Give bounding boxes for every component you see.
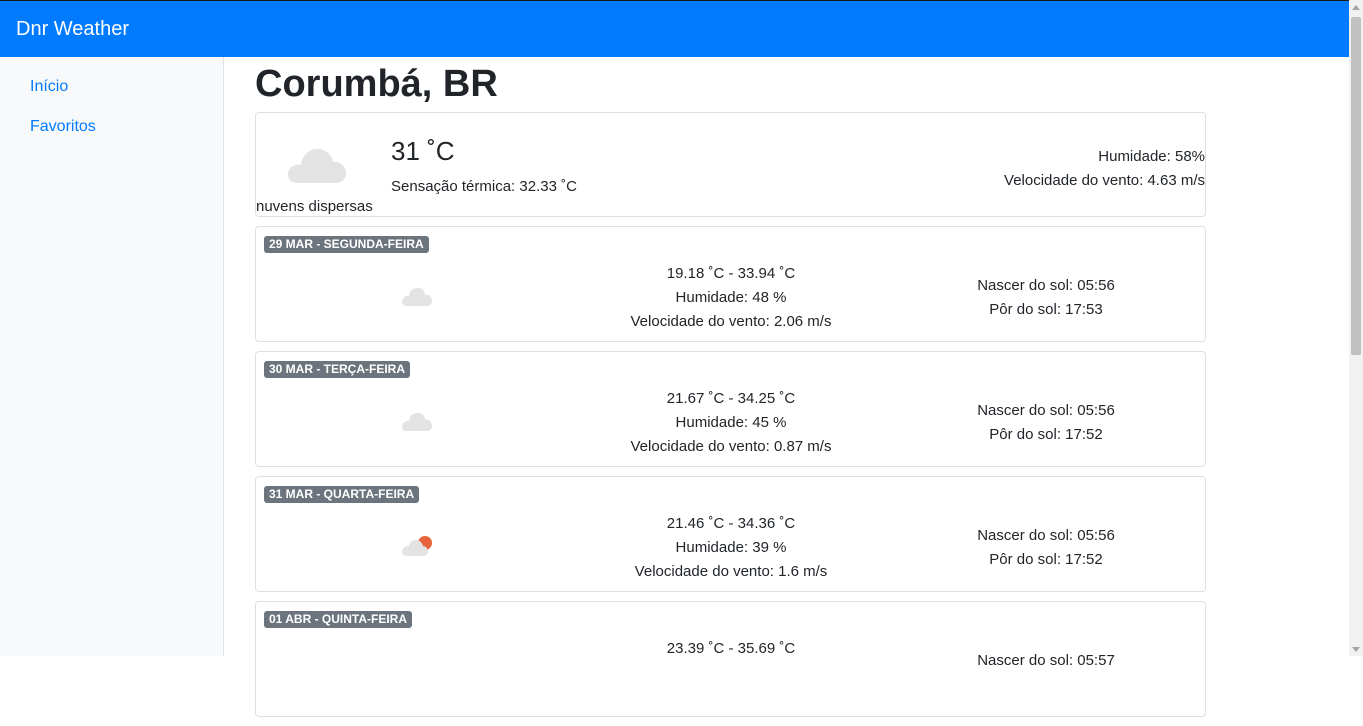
temp-range: 21.46 ˚C - 34.36 ˚C [666,515,796,532]
main-content: Corumbá, BR nuvens dispersas 31 ˚C Sensa… [255,57,1206,726]
current-weather-card: nuvens dispersas 31 ˚C Sensação térmica:… [255,112,1206,217]
forecast-card: 29 MAR - SEGUNDA-FEIRA 19.18 ˚C - 33.94 … [255,226,1206,342]
sunset: Pôr do sol: 17:52 [989,426,1103,443]
date-badge: 01 ABR - QUINTA-FEIRA [264,611,412,628]
forecast-stats: 19.18 ˚C - 33.94 ˚C Humidade: 48 % Veloc… [536,262,926,334]
date-badge: 31 MAR - QUARTA-FEIRA [264,486,420,503]
sunrise: Nascer do sol: 05:56 [977,527,1115,544]
date-badge: 30 MAR - TERÇA-FEIRA [264,361,411,378]
sunrise: Nascer do sol: 05:56 [977,402,1115,419]
wind-speed: Velocidade do vento: 2.06 m/s [630,313,832,330]
sunset: Pôr do sol: 17:53 [989,301,1103,318]
sunrise: Nascer do sol: 05:56 [977,277,1115,294]
forecast-card: 31 MAR - QUARTA-FEIRA 21.46 ˚C - 34.36 ˚… [255,476,1206,592]
date-badge: 29 MAR - SEGUNDA-FEIRA [264,236,429,253]
humidity: Humidade: 39 % [675,539,787,556]
sun-times: Nascer do sol: 05:57 [946,649,1146,673]
forecast-stats: 23.39 ˚C - 35.69 ˚C [536,637,926,661]
weather-description: nuvens dispersas [256,198,373,215]
cloud-icon [287,148,346,183]
scroll-up-arrow-icon[interactable] [1349,0,1363,14]
cloud-icon [402,413,432,431]
brand-logo[interactable]: Dnr Weather [16,18,129,41]
partly-cloudy-icon [402,536,432,556]
sidebar-item-favoritos[interactable]: Favoritos [0,107,223,147]
sunrise: Nascer do sol: 05:57 [977,652,1115,669]
temp-range: 21.67 ˚C - 34.25 ˚C [666,390,796,407]
page-title: Corumbá, BR [255,63,498,105]
scrollbar-thumb[interactable] [1351,17,1361,355]
sun-times: Nascer do sol: 05:56 Pôr do sol: 17:53 [946,274,1146,322]
forecast-card: 30 MAR - TERÇA-FEIRA 21.67 ˚C - 34.25 ˚C… [255,351,1206,467]
forecast-stats: 21.67 ˚C - 34.25 ˚C Humidade: 45 % Veloc… [536,387,926,459]
temp-range: 23.39 ˚C - 35.69 ˚C [666,640,796,657]
top-navbar: Dnr Weather [0,0,1349,57]
sun-times: Nascer do sol: 05:56 Pôr do sol: 17:52 [946,399,1146,447]
forecast-stats: 21.46 ˚C - 34.36 ˚C Humidade: 39 % Veloc… [536,512,926,584]
humidity: Humidade: 45 % [675,414,787,431]
forecast-card: 01 ABR - QUINTA-FEIRA 23.39 ˚C - 35.69 ˚… [255,601,1206,717]
sidebar: Início Favoritos [0,57,224,656]
sidebar-item-inicio[interactable]: Início [0,67,223,107]
cloud-icon [402,288,432,306]
vertical-scrollbar[interactable] [1349,0,1363,656]
wind-speed: Velocidade do vento: 1.6 m/s [634,563,828,580]
feels-like: Sensação térmica: 32.33 ˚C [391,178,577,195]
current-humidity: Humidade: 58% [1098,148,1205,165]
current-details: Humidade: 58% Velocidade do vento: 4.63 … [1004,145,1205,193]
current-temperature: 31 ˚C [391,136,455,166]
sunset: Pôr do sol: 17:52 [989,551,1103,568]
current-wind: Velocidade do vento: 4.63 m/s [1004,172,1205,189]
scroll-down-arrow-icon[interactable] [1349,642,1363,656]
humidity: Humidade: 48 % [675,289,787,306]
temp-range: 19.18 ˚C - 33.94 ˚C [666,265,796,282]
sun-times: Nascer do sol: 05:56 Pôr do sol: 17:52 [946,524,1146,572]
wind-speed: Velocidade do vento: 0.87 m/s [630,438,832,455]
